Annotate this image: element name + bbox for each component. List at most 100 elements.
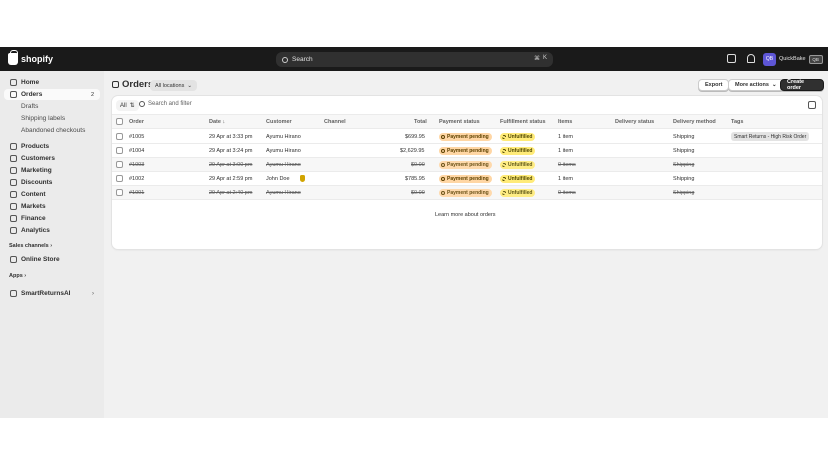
table-row[interactable]: #1001 29 Apr at 2:40 pm Ayumu Hirano $0.… bbox=[112, 186, 822, 200]
column-tags[interactable]: Tags bbox=[731, 119, 743, 125]
order-tag: Smart Returns - High Risk Order bbox=[731, 132, 810, 141]
sidebar-item-label: Content bbox=[21, 191, 46, 198]
fulfillment-status-badge: Unfulfilled bbox=[500, 132, 536, 141]
order-note-icon[interactable] bbox=[300, 175, 305, 182]
marketing-icon bbox=[10, 167, 17, 174]
table-row[interactable]: #1003 29 Apr at 3:00 pm Ayumu Hirano $0.… bbox=[112, 158, 822, 172]
sidebar-item-label: Finance bbox=[21, 215, 46, 222]
setup-guide-icon[interactable] bbox=[727, 54, 736, 63]
order-number[interactable]: #1001 bbox=[129, 190, 144, 196]
sidebar-item-analytics[interactable]: Analytics bbox=[4, 225, 100, 236]
sidebar-item-label: Products bbox=[21, 143, 50, 150]
chevron-down-icon: ⌄ bbox=[771, 82, 777, 88]
order-customer[interactable]: Ayumu Hirano bbox=[266, 190, 301, 196]
fulfillment-status-badge: Unfulfilled bbox=[500, 160, 536, 169]
sidebar-item-label: Orders bbox=[21, 91, 43, 98]
sidebar-item-home[interactable]: Home bbox=[4, 77, 100, 88]
fulfillment-status-badge: Unfulfilled bbox=[500, 146, 536, 155]
shopify-logo[interactable]: shopify bbox=[8, 50, 53, 65]
select-all-checkbox[interactable] bbox=[116, 118, 123, 125]
column-delivery-status[interactable]: Delivery status bbox=[615, 119, 654, 125]
column-date[interactable]: Date ↓ bbox=[209, 119, 225, 125]
row-checkbox[interactable] bbox=[116, 175, 123, 182]
search-shortcut: ⌘ K bbox=[534, 55, 547, 62]
search-and-filter[interactable]: Search and filter bbox=[139, 101, 192, 107]
location-filter-button[interactable]: All locations ⌄ bbox=[150, 80, 197, 91]
table-row[interactable]: #1004 29 Apr at 3:24 pm Ayumu Hirano $2,… bbox=[112, 144, 822, 158]
order-customer[interactable]: Ayumu Hirano bbox=[266, 148, 301, 154]
search-icon bbox=[139, 101, 145, 107]
sidebar-item-label: SmartReturnsAI bbox=[21, 290, 71, 297]
sidebar-item-finance[interactable]: Finance bbox=[4, 213, 100, 224]
content-icon bbox=[10, 191, 17, 198]
row-checkbox[interactable] bbox=[116, 189, 123, 196]
sidebar-item-shipping-labels[interactable]: Shipping labels bbox=[4, 113, 100, 124]
tab-all[interactable]: All ⇅ bbox=[116, 100, 139, 111]
export-label: Export bbox=[705, 82, 723, 88]
orders-table-card: All ⇅ Search and filter Order Date ↓ Cus… bbox=[112, 96, 822, 249]
store-avatar: QB bbox=[763, 52, 776, 66]
order-items[interactable]: 1 item bbox=[558, 134, 573, 140]
store-menu-button[interactable]: QB QuickBake QB bbox=[763, 52, 823, 66]
learn-more-link[interactable]: Learn more about orders bbox=[435, 212, 496, 218]
column-channel[interactable]: Channel bbox=[324, 119, 346, 125]
fulfillment-status-label: Unfulfilled bbox=[508, 175, 533, 182]
order-items[interactable]: 0 items bbox=[558, 190, 576, 196]
delivery-method: Shipping bbox=[673, 134, 695, 140]
sidebar-item-customers[interactable]: Customers bbox=[4, 153, 100, 164]
column-items[interactable]: Items bbox=[558, 119, 572, 125]
order-items[interactable]: 1 item bbox=[558, 176, 573, 182]
sidebar-item-label: Online Store bbox=[21, 256, 60, 263]
table-row[interactable]: #1002 29 Apr at 2:59 pm John Doe $785.95… bbox=[112, 172, 822, 186]
global-search[interactable]: Search ⌘ K bbox=[276, 52, 553, 67]
sidebar-item-smartreturnsai[interactable]: SmartReturnsAI › bbox=[4, 288, 100, 299]
order-customer[interactable]: John Doe bbox=[266, 176, 290, 182]
sidebar-item-marketing[interactable]: Marketing bbox=[4, 165, 100, 176]
sort-down-icon: ↓ bbox=[222, 119, 226, 125]
sidebar-item-label: Abandoned checkouts bbox=[21, 127, 86, 134]
order-items[interactable]: 0 items bbox=[558, 162, 576, 168]
sales-channels-heading[interactable]: Sales channels › bbox=[9, 243, 52, 249]
delivery-method: Shipping bbox=[673, 148, 695, 154]
column-payment-status[interactable]: Payment status bbox=[439, 119, 480, 125]
sidebar-item-drafts[interactable]: Drafts bbox=[4, 101, 100, 112]
payment-status-badge: Payment pending bbox=[439, 160, 492, 169]
fulfillment-status-label: Unfulfilled bbox=[508, 147, 533, 154]
row-checkbox[interactable] bbox=[116, 161, 123, 168]
column-date-label: Date bbox=[209, 119, 221, 125]
search-placeholder: Search bbox=[292, 56, 313, 63]
order-customer[interactable]: Ayumu Hirano bbox=[266, 134, 301, 140]
export-button[interactable]: Export bbox=[698, 79, 730, 91]
column-fulfillment-status[interactable]: Fulfillment status bbox=[500, 119, 546, 125]
order-number[interactable]: #1003 bbox=[129, 162, 144, 168]
columns-settings-icon[interactable] bbox=[808, 101, 816, 109]
fulfillment-status-label: Unfulfilled bbox=[508, 133, 533, 140]
more-actions-button[interactable]: More actions ⌄ bbox=[728, 79, 784, 91]
apps-heading[interactable]: Apps › bbox=[9, 273, 26, 279]
sidebar-item-orders[interactable]: Orders 2 bbox=[4, 89, 100, 100]
sidebar-item-label: Discounts bbox=[21, 179, 53, 186]
sidebar-item-online-store[interactable]: Online Store bbox=[4, 254, 100, 265]
sidebar-item-content[interactable]: Content bbox=[4, 189, 100, 200]
sidebar-item-abandoned-checkouts[interactable]: Abandoned checkouts bbox=[4, 125, 100, 136]
column-delivery-method[interactable]: Delivery method bbox=[673, 119, 716, 125]
notifications-bell-icon[interactable] bbox=[746, 54, 755, 63]
sidebar-item-label: Marketing bbox=[21, 167, 52, 174]
row-checkbox[interactable] bbox=[116, 133, 123, 140]
order-items[interactable]: 1 item bbox=[558, 148, 573, 154]
sidebar-item-discounts[interactable]: Discounts bbox=[4, 177, 100, 188]
order-number[interactable]: #1002 bbox=[129, 176, 144, 182]
column-order[interactable]: Order bbox=[129, 119, 144, 125]
order-number[interactable]: #1005 bbox=[129, 134, 144, 140]
create-order-button[interactable]: Create order bbox=[780, 79, 824, 91]
column-total[interactable]: Total bbox=[414, 119, 427, 125]
column-customer[interactable]: Customer bbox=[266, 119, 292, 125]
order-customer[interactable]: Ayumu Hirano bbox=[266, 162, 301, 168]
table-row[interactable]: #1005 29 Apr at 3:33 pm Ayumu Hirano $69… bbox=[112, 130, 822, 144]
analytics-icon bbox=[10, 227, 17, 234]
sidebar-item-markets[interactable]: Markets bbox=[4, 201, 100, 212]
row-checkbox[interactable] bbox=[116, 147, 123, 154]
sidebar-item-products[interactable]: Products bbox=[4, 141, 100, 152]
order-number[interactable]: #1004 bbox=[129, 148, 144, 154]
app-icon bbox=[10, 290, 17, 297]
